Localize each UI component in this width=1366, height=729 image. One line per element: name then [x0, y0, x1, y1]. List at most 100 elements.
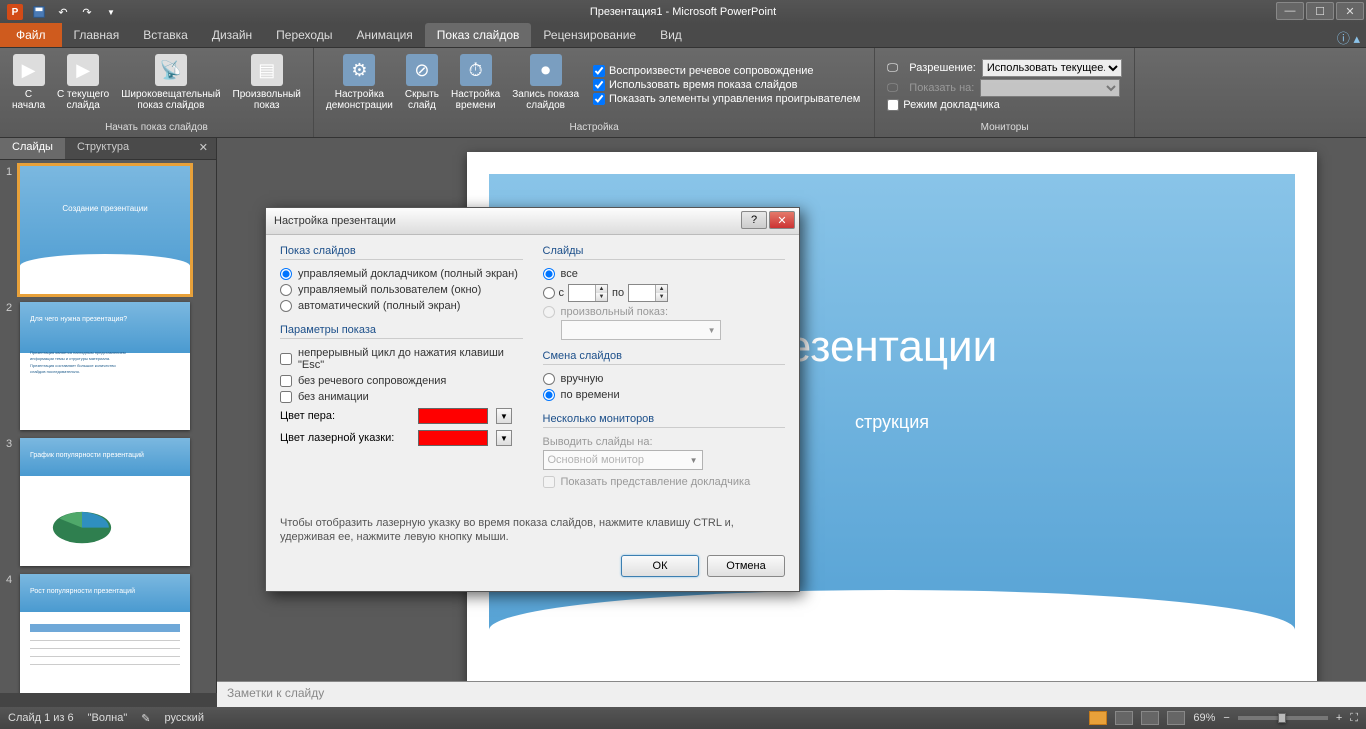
dialog-close-button[interactable]: ✕ — [769, 211, 795, 229]
app-icon[interactable]: P — [4, 2, 26, 22]
slides-tab[interactable]: Слайды — [0, 138, 65, 159]
notes-pane[interactable]: Заметки к слайду — [217, 681, 1366, 707]
zoom-level[interactable]: 69% — [1193, 712, 1215, 724]
qat-dropdown[interactable]: ▼ — [100, 2, 122, 22]
zoom-out-button[interactable]: − — [1223, 712, 1229, 724]
ribbon-group-start: ▶С начала ▶С текущего слайда 📡Широковеща… — [0, 48, 314, 137]
label: Настройка времени — [451, 89, 500, 111]
dialog-titlebar[interactable]: Настройка презентации ? ✕ — [266, 208, 799, 235]
panel-close[interactable]: ✕ — [191, 138, 216, 159]
custom-show-button[interactable]: ▤Произвольный показ — [227, 50, 307, 120]
slide-thumb-1[interactable]: Создание презентации — [20, 166, 190, 294]
resolution-combo[interactable]: 🖵Разрешение:Использовать текущее... — [887, 58, 1122, 78]
presenter-view-check[interactable]: Режим докладчика — [887, 98, 1122, 112]
setup-dialog: Настройка презентации ? ✕ Показ слайдов … — [265, 207, 800, 592]
maximize-button[interactable]: ☐ — [1306, 2, 1334, 20]
setup-button[interactable]: ⚙Настройка демонстрации — [320, 50, 399, 120]
presenter-radio[interactable]: управляемый докладчиком (полный экран) — [280, 266, 523, 282]
cancel-button[interactable]: Отмена — [707, 555, 785, 577]
zoom-in-button[interactable]: + — [1336, 712, 1342, 724]
broadcast-button[interactable]: 📡Широковещательный показ слайдов — [115, 50, 226, 120]
range-radio[interactable]: с ▲▼ по ▲▼ — [543, 282, 786, 304]
to-spinner[interactable]: ▲▼ — [628, 284, 668, 302]
minimize-button[interactable]: — — [1276, 2, 1304, 20]
no-narration-check[interactable]: без речевого сопровождения — [280, 373, 523, 389]
label: Разрешение: — [909, 62, 976, 74]
pen-color-picker[interactable]: Цвет пера:▼ — [280, 405, 523, 427]
ok-button[interactable]: ОК — [621, 555, 699, 577]
tab-review[interactable]: Рецензирование — [531, 23, 648, 47]
from-beginning-button[interactable]: ▶С начала — [6, 50, 51, 120]
tab-design[interactable]: Дизайн — [200, 23, 264, 47]
tab-home[interactable]: Главная — [62, 23, 132, 47]
label: Режим докладчика — [903, 99, 999, 111]
save-button[interactable] — [28, 2, 50, 22]
tab-view[interactable]: Вид — [648, 23, 694, 47]
play-narration-check[interactable]: Воспроизвести речевое сопровождение — [593, 64, 860, 78]
label: Цвет пера: — [280, 410, 410, 422]
sorter-view-button[interactable] — [1115, 711, 1133, 725]
window-controls: — ☐ ✕ — [1276, 2, 1364, 20]
loop-check[interactable]: непрерывный цикл до нажатия клавиши "Esc… — [280, 345, 523, 373]
label: без анимации — [298, 391, 369, 403]
all-slides-radio[interactable]: все — [543, 266, 786, 282]
custom-show-combo: ▼ — [561, 320, 721, 340]
label: вручную — [561, 373, 604, 385]
dialog-hint: Чтобы отобразить лазерную указку во врем… — [266, 510, 799, 555]
user-radio[interactable]: управляемый пользователем (окно) — [280, 282, 523, 298]
label: непрерывный цикл до нажатия клавиши "Esc… — [298, 347, 523, 371]
label: С текущего слайда — [57, 89, 109, 111]
no-animation-check[interactable]: без анимации — [280, 389, 523, 405]
file-tab[interactable]: Файл — [0, 23, 62, 47]
tab-slideshow[interactable]: Показ слайдов — [425, 23, 532, 47]
dialog-title: Настройка презентации — [274, 215, 396, 227]
thumbnails: 1 Создание презентации 2 Для чего нужна … — [0, 160, 216, 693]
tab-animation[interactable]: Анимация — [344, 23, 424, 47]
slide-thumb-2[interactable]: Для чего нужна презентация? Презентация … — [20, 302, 190, 430]
use-timings-check[interactable]: Использовать время показа слайдов — [593, 78, 860, 92]
redo-button[interactable]: ↷ — [76, 2, 98, 22]
monitors-fieldset: Несколько мониторов Выводить слайды на: … — [543, 413, 786, 490]
label: Произвольный показ — [233, 89, 301, 111]
group-label: Мониторы — [881, 120, 1128, 135]
label: Настройка демонстрации — [326, 89, 393, 111]
thumb-number: 1 — [6, 166, 16, 294]
theme-name: "Волна" — [88, 712, 128, 724]
reading-view-button[interactable] — [1141, 711, 1159, 725]
record-button[interactable]: ⏺Запись показа слайдов — [506, 50, 585, 120]
dialog-help-button[interactable]: ? — [741, 211, 767, 229]
show-options-fieldset: Параметры показа непрерывный цикл до наж… — [280, 324, 523, 449]
titlebar: P ↶ ↷ ▼ Презентация1 - Microsoft PowerPo… — [0, 0, 1366, 24]
slide-thumb-3[interactable]: График популярности презентаций — [20, 438, 190, 566]
tab-transitions[interactable]: Переходы — [264, 23, 344, 47]
tab-insert[interactable]: Вставка — [131, 23, 200, 47]
language[interactable]: русский — [165, 712, 204, 724]
zoom-slider[interactable] — [1238, 716, 1328, 720]
legend: Слайды — [543, 245, 786, 260]
timing-radio[interactable]: по времени — [543, 387, 786, 403]
ribbon-help-icon[interactable]: ⓘ ▴ — [1337, 28, 1360, 47]
slide-thumb-4[interactable]: Рост популярности презентаций — [20, 574, 190, 693]
show-controls-check[interactable]: Показать элементы управления проигрывате… — [593, 92, 860, 106]
from-spinner[interactable]: ▲▼ — [568, 284, 608, 302]
slideshow-view-button[interactable] — [1167, 711, 1185, 725]
group-label: Начать показ слайдов — [6, 120, 307, 135]
ribbon-group-setup: ⚙Настройка демонстрации ⊘Скрыть слайд ⏱Н… — [314, 48, 875, 137]
hide-slide-button[interactable]: ⊘Скрыть слайд — [399, 50, 445, 120]
label: все — [561, 268, 578, 280]
undo-button[interactable]: ↶ — [52, 2, 74, 22]
from-current-button[interactable]: ▶С текущего слайда — [51, 50, 115, 120]
close-button[interactable]: ✕ — [1336, 2, 1364, 20]
rehearse-button[interactable]: ⏱Настройка времени — [445, 50, 506, 120]
normal-view-button[interactable] — [1089, 711, 1107, 725]
label: по — [612, 287, 624, 299]
monitor-combo: Основной монитор▼ — [543, 450, 703, 470]
manual-radio[interactable]: вручную — [543, 371, 786, 387]
kiosk-radio[interactable]: автоматический (полный экран) — [280, 298, 523, 314]
fit-button[interactable]: ⛶ — [1350, 712, 1358, 725]
laser-color-picker[interactable]: Цвет лазерной указки:▼ — [280, 427, 523, 449]
outline-tab[interactable]: Структура — [65, 138, 141, 159]
label: Широковещательный показ слайдов — [121, 89, 220, 111]
thumb-title: Создание презентации — [20, 204, 190, 213]
spell-icon[interactable]: ✎ — [141, 712, 150, 725]
